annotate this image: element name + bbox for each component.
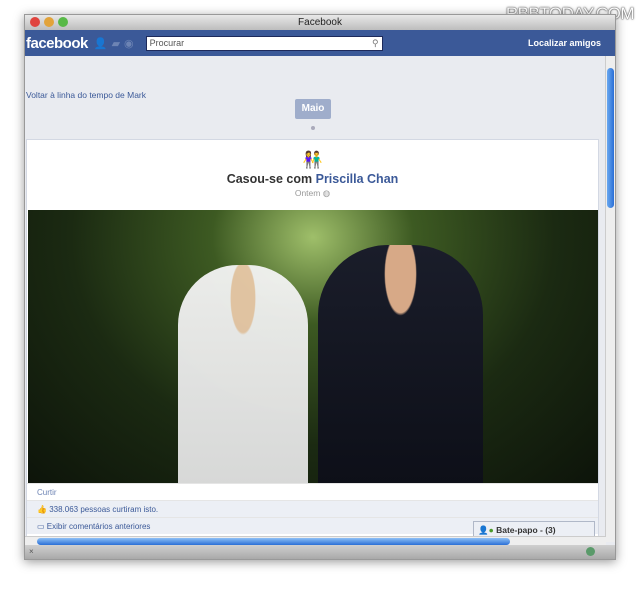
- friend-requests-icon[interactable]: 👤: [94, 37, 108, 50]
- online-dot-icon: ●: [488, 525, 494, 535]
- event-headline: Casou-se com Priscilla Chan: [27, 172, 598, 186]
- status-close-button[interactable]: ×: [29, 547, 34, 556]
- month-marker[interactable]: Maio: [295, 99, 331, 119]
- back-to-timeline-link[interactable]: Voltar à linha do tempo de Mark: [26, 90, 146, 100]
- timestamp[interactable]: Ontem: [295, 188, 321, 198]
- bride-figure: [178, 265, 308, 483]
- married-couple-icon: 👫: [302, 152, 323, 169]
- minimize-window-button[interactable]: [44, 17, 54, 27]
- chat-label: Bate-papo - (3): [496, 525, 556, 535]
- window-title: Facebook: [298, 17, 342, 28]
- life-event-card: 👫 Casou-se com Priscilla Chan Ontem ◍ Cu…: [26, 139, 599, 542]
- comment-icon: ▭: [37, 522, 45, 531]
- show-comments-link[interactable]: Exibir comentários anteriores: [47, 522, 151, 531]
- top-nav: facebook 👤 ▰ ◉ Procurar ⚲ Localizar amig…: [25, 30, 615, 56]
- find-friends-link[interactable]: Localizar amigos: [528, 38, 601, 48]
- status-indicator-icon: [586, 547, 595, 556]
- notifications-globe-icon[interactable]: ◉: [124, 37, 134, 50]
- event-time: Ontem ◍: [27, 188, 598, 199]
- status-bar: ×: [25, 545, 615, 559]
- page-content: Voltar à linha do tempo de Mark Maio 👫 C…: [25, 56, 606, 542]
- event-text: Casou-se com: [226, 172, 316, 186]
- like-button[interactable]: Curtir: [27, 483, 598, 500]
- facebook-logo[interactable]: facebook: [26, 35, 88, 52]
- groom-figure: [318, 245, 483, 483]
- title-bar: Facebook: [25, 15, 615, 30]
- browser-window: Facebook facebook 👤 ▰ ◉ Procurar ⚲ Local…: [24, 14, 616, 560]
- wedding-photo[interactable]: [28, 210, 598, 483]
- search-placeholder: Procurar: [149, 37, 185, 48]
- thumbs-up-icon: 👍: [37, 505, 47, 514]
- likes-count-link[interactable]: 338.063 pessoas curtiram isto.: [49, 505, 158, 514]
- horizontal-scroll-thumb[interactable]: [37, 538, 510, 545]
- chat-user-icon: 👤: [478, 525, 489, 535]
- vertical-scrollbar[interactable]: [605, 56, 615, 542]
- timeline-dot: [311, 126, 315, 130]
- person-link[interactable]: Priscilla Chan: [316, 172, 399, 186]
- close-window-button[interactable]: [30, 17, 40, 27]
- likes-count-row: 👍 338.063 pessoas curtiram isto.: [27, 500, 598, 517]
- globe-privacy-icon[interactable]: ◍: [323, 188, 330, 198]
- messages-icon[interactable]: ▰: [112, 37, 120, 50]
- vertical-scroll-thumb[interactable]: [607, 68, 614, 208]
- zoom-window-button[interactable]: [58, 17, 68, 27]
- search-icon[interactable]: ⚲: [372, 37, 379, 50]
- search-input[interactable]: Procurar ⚲: [145, 35, 383, 51]
